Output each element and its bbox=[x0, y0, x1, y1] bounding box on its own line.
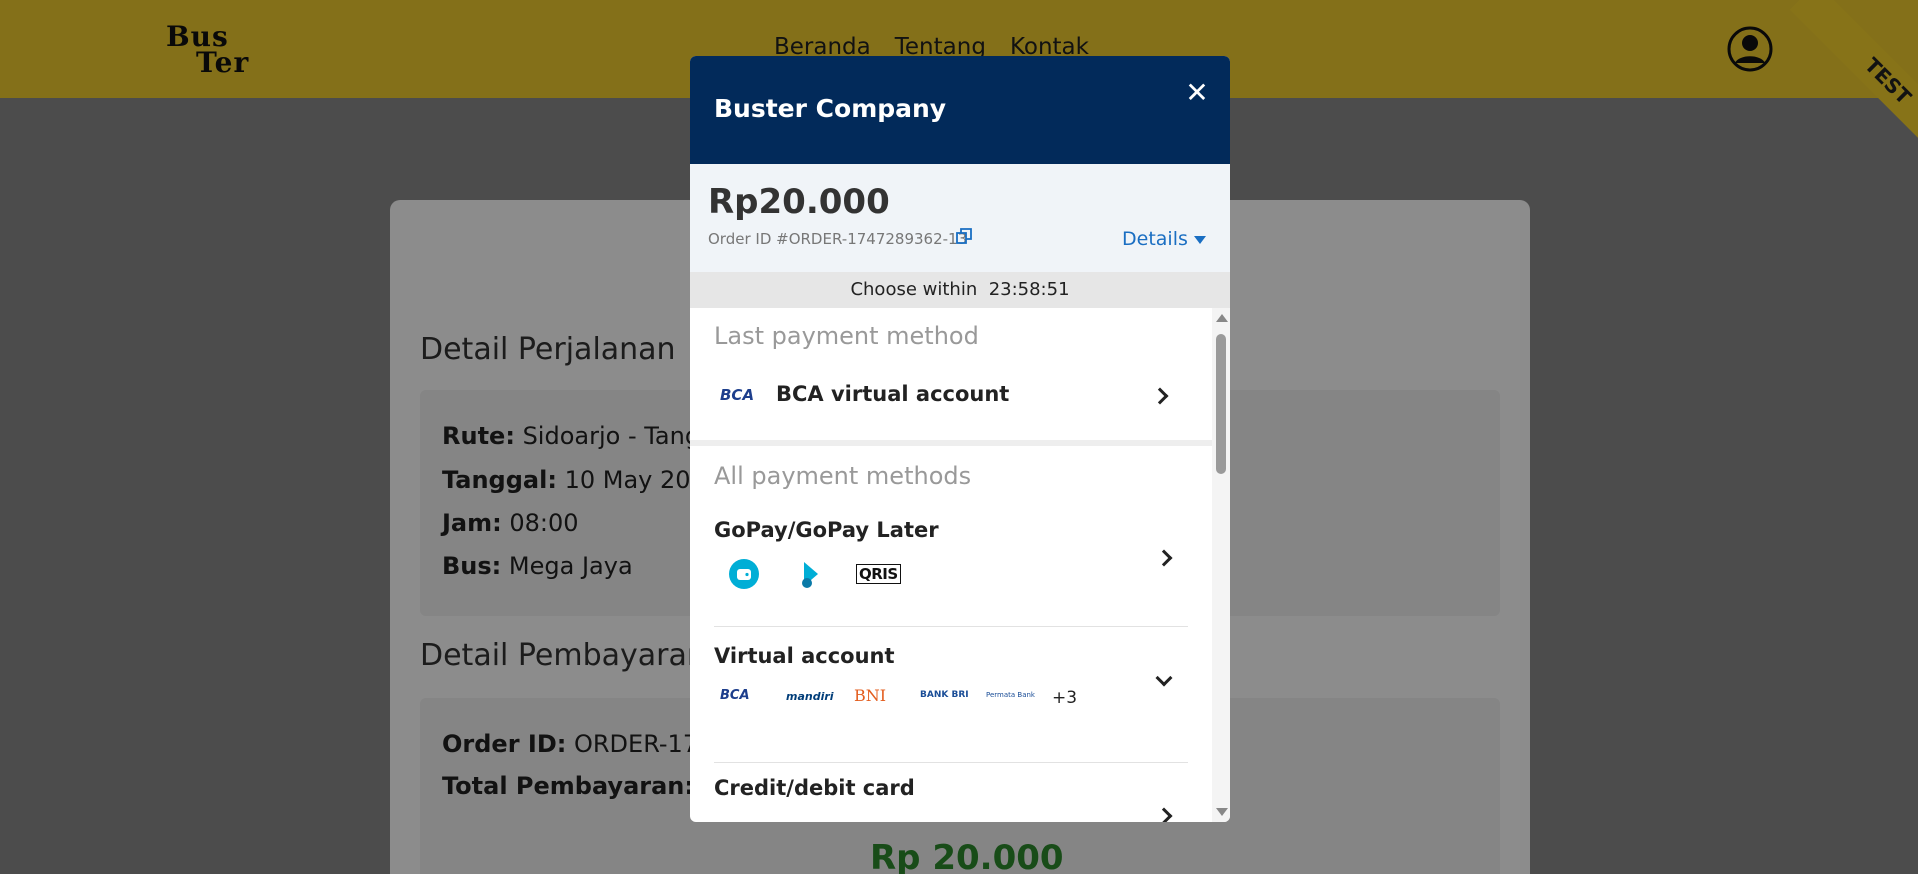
permata-logo: Permata Bank bbox=[986, 691, 1035, 699]
method-card-title: Credit/debit card bbox=[714, 776, 915, 800]
gopay-later-icon bbox=[802, 562, 818, 588]
method-divider bbox=[714, 626, 1188, 627]
method-credit-card[interactable]: Credit/debit card bbox=[714, 776, 1190, 822]
payment-method-list: Last payment method BCA BCA virtual acco… bbox=[690, 308, 1230, 822]
order-id: Order ID #ORDER-1747289362-13 bbox=[708, 230, 968, 248]
bri-logo: BANK BRI bbox=[920, 690, 969, 700]
bni-logo: BNI bbox=[854, 686, 887, 705]
modal-header: Buster Company ✕ bbox=[690, 56, 1230, 164]
payment-amount: Rp20.000 bbox=[708, 182, 890, 222]
chevron-right-icon bbox=[1155, 807, 1173, 822]
more-banks-count: +3 bbox=[1052, 688, 1078, 708]
scroll-down-icon[interactable] bbox=[1216, 808, 1228, 816]
bca-logo: BCA bbox=[720, 386, 755, 404]
chevron-right-icon bbox=[1155, 549, 1173, 567]
gopay-icon bbox=[729, 559, 759, 589]
last-method-label: Last payment method bbox=[714, 322, 979, 350]
close-button[interactable]: ✕ bbox=[1180, 76, 1214, 110]
method-gopay-title: GoPay/GoPay Later bbox=[714, 518, 939, 542]
method-va-title: Virtual account bbox=[714, 644, 895, 668]
method-gopay[interactable]: GoPay/GoPay Later QRIS bbox=[714, 518, 1190, 598]
method-divider bbox=[714, 762, 1188, 763]
last-method-name: BCA virtual account bbox=[776, 382, 1010, 406]
scroll-up-icon[interactable] bbox=[1216, 314, 1228, 322]
copy-icon[interactable] bbox=[956, 228, 972, 244]
bca-logo: BCA bbox=[720, 688, 750, 703]
all-methods-label: All payment methods bbox=[714, 462, 972, 490]
countdown-label: Choose within bbox=[850, 279, 978, 300]
scroll-thumb[interactable] bbox=[1216, 334, 1226, 474]
section-divider bbox=[690, 440, 1212, 446]
countdown-bar: Choose within 23:58:51 bbox=[690, 272, 1230, 308]
countdown-value: 23:58:51 bbox=[988, 279, 1070, 300]
method-virtual-account[interactable]: Virtual account BCA mandiri BNI BANK BRI… bbox=[714, 644, 1190, 724]
chevron-right-icon bbox=[1151, 387, 1169, 405]
mandiri-logo: mandiri bbox=[786, 690, 834, 703]
last-method-bca-va[interactable]: BCA BCA virtual account bbox=[714, 378, 1190, 418]
qris-logo: QRIS bbox=[856, 564, 901, 584]
payment-modal: Buster Company ✕ Rp20.000 Order ID #ORDE… bbox=[690, 56, 1230, 822]
scrollbar[interactable] bbox=[1212, 308, 1230, 822]
merchant-name: Buster Company bbox=[714, 94, 947, 123]
amount-summary: Rp20.000 Order ID #ORDER-1747289362-13 D… bbox=[690, 164, 1230, 272]
details-button[interactable]: Details bbox=[1122, 228, 1206, 250]
chevron-down-icon bbox=[1155, 669, 1173, 687]
caret-down-icon bbox=[1193, 235, 1206, 244]
